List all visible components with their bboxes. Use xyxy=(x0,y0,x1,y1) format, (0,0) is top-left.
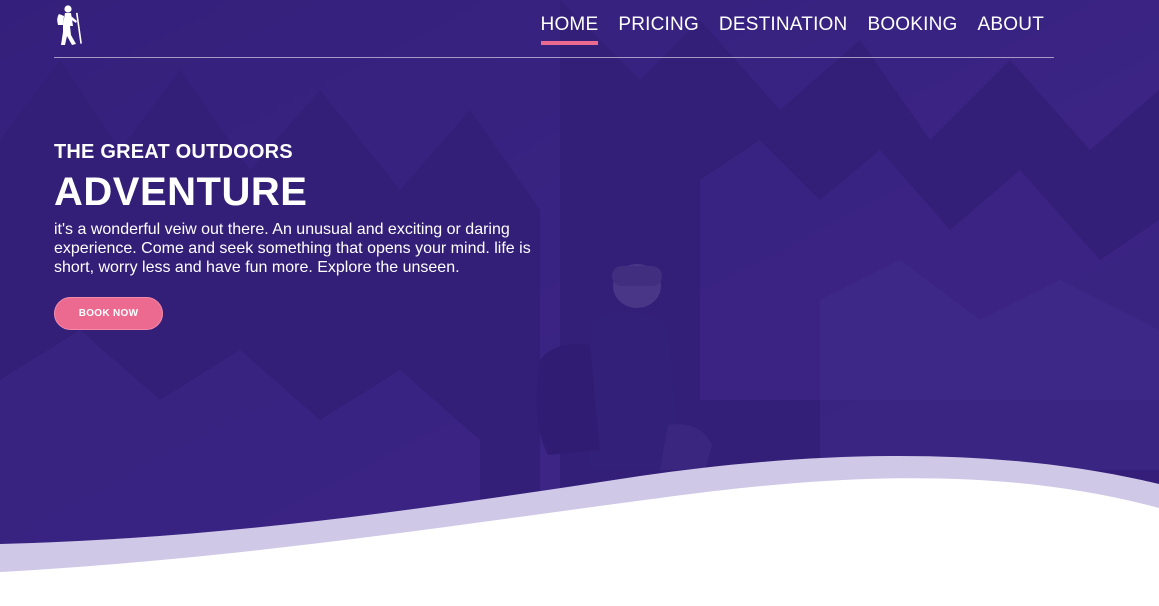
bottom-wave-divider xyxy=(0,455,1159,606)
nav-link-destination[interactable]: DESTINATION xyxy=(719,14,848,45)
nav-item-destination: DESTINATION xyxy=(719,14,848,45)
hiker-icon[interactable] xyxy=(54,4,84,46)
hero-content: THE GREAT OUTDOORS ADVENTURE it's a wond… xyxy=(54,141,554,330)
hero-section: HOME PRICING DESTINATION BOOKING ABOUT T… xyxy=(0,0,1159,606)
nav-item-booking: BOOKING xyxy=(867,14,957,45)
nav-link-about[interactable]: ABOUT xyxy=(978,14,1044,45)
nav-item-about: ABOUT xyxy=(978,14,1044,45)
nav-item-home: HOME xyxy=(540,14,599,45)
hero-eyebrow: THE GREAT OUTDOORS xyxy=(54,141,293,163)
top-navbar: HOME PRICING DESTINATION BOOKING ABOUT xyxy=(54,0,1054,58)
book-now-button[interactable]: BOOK NOW xyxy=(54,297,163,330)
nav-menu: HOME PRICING DESTINATION BOOKING ABOUT xyxy=(540,14,1044,45)
nav-link-pricing[interactable]: PRICING xyxy=(618,14,699,45)
hero-headline: ADVENTURE xyxy=(54,170,308,214)
nav-link-booking[interactable]: BOOKING xyxy=(867,14,957,45)
hero-description: it's a wonderful veiw out there. An unus… xyxy=(54,221,531,276)
nav-item-pricing: PRICING xyxy=(618,14,699,45)
nav-link-home[interactable]: HOME xyxy=(540,14,599,45)
